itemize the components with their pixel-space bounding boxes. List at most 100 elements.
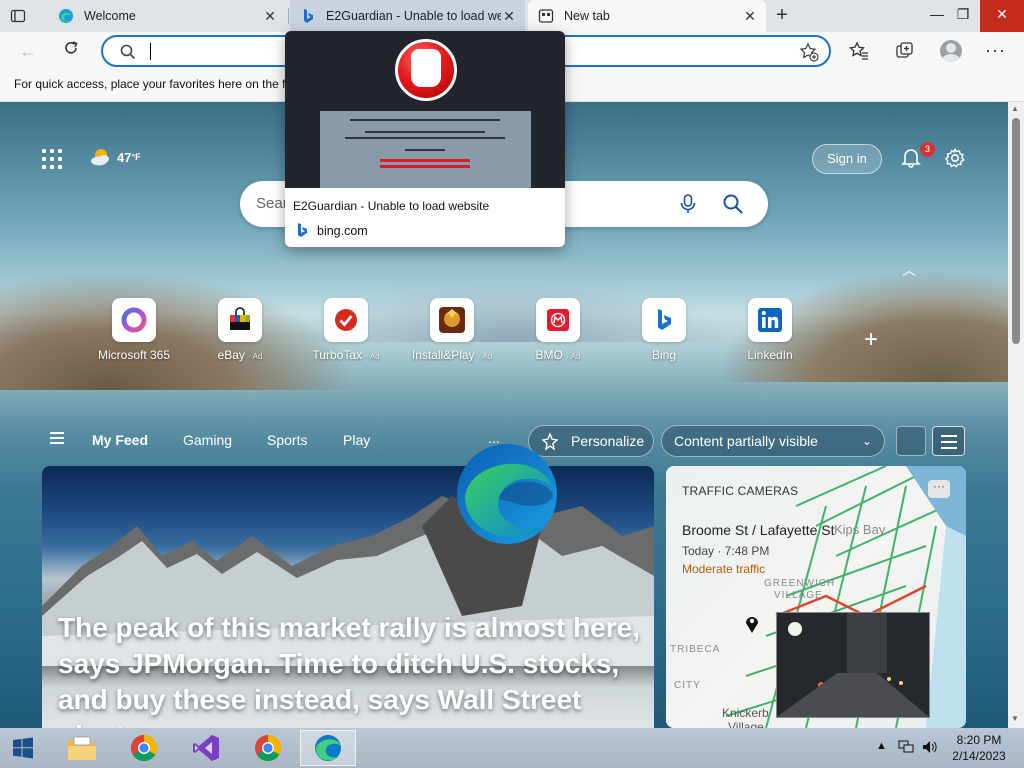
- ad-tag: · Ad: [248, 352, 263, 361]
- quicklink-turbotax[interactable]: TurboTax · Ad: [301, 298, 391, 362]
- edge-icon: [315, 735, 341, 761]
- preview-domain: bing.com: [317, 224, 368, 238]
- quicklink-label: BMO: [535, 348, 563, 362]
- tab-close-button[interactable]: ✕: [742, 8, 758, 24]
- app-launcher-icon[interactable]: [42, 149, 62, 169]
- clock-time: 8:20 PM: [956, 733, 1002, 747]
- windows-taskbar: ▲ 8:20 PM 2/14/2023: [0, 728, 1024, 768]
- game-character-icon: [439, 307, 465, 333]
- bing-icon: [658, 309, 671, 330]
- volume-icon[interactable]: [922, 740, 938, 757]
- add-quicklink-button[interactable]: +: [864, 326, 878, 354]
- collections-button[interactable]: [894, 40, 916, 62]
- search-icon: [120, 44, 136, 60]
- feed-tab-play[interactable]: Play: [343, 432, 370, 448]
- hero-article-card[interactable]: The peak of this market rally is almost …: [42, 466, 654, 728]
- page-settings-button[interactable]: [944, 147, 966, 174]
- favorites-icon: [849, 41, 868, 60]
- partly-cloudy-icon: [91, 149, 109, 166]
- tab-hover-preview[interactable]: E2Guardian - Unable to load website bing…: [285, 31, 565, 247]
- tab-actions-menu-button[interactable]: [8, 6, 28, 26]
- card-more-options-button[interactable]: ···: [928, 480, 950, 498]
- favorites-button[interactable]: [848, 40, 870, 62]
- microphone-icon[interactable]: [678, 193, 698, 215]
- tab-separator: [288, 8, 289, 24]
- feed-tab-my-feed[interactable]: My Feed: [92, 432, 148, 448]
- taskbar-chrome[interactable]: [116, 730, 172, 766]
- personalize-label: Personalize: [571, 433, 645, 449]
- sign-in-button[interactable]: Sign in: [812, 144, 882, 174]
- chrome-icon: [130, 734, 158, 762]
- taskbar-chrome-2[interactable]: [240, 730, 296, 766]
- collapse-chevron-up-icon[interactable]: ︿: [902, 260, 916, 280]
- scroll-up-arrow-icon[interactable]: ▲: [1011, 104, 1019, 113]
- traffic-cameras-card[interactable]: Kips Bay GREENWICH VILLAGE Knickerb Vill…: [666, 466, 966, 728]
- weather-unit: °F: [131, 152, 141, 162]
- linkedin-icon: [758, 308, 782, 332]
- tab-title: New tab: [564, 9, 610, 23]
- refresh-button[interactable]: [59, 39, 83, 63]
- scrollbar-thumb[interactable]: [1012, 118, 1020, 344]
- weather-widget[interactable]: 47 °F: [90, 146, 141, 168]
- network-icon[interactable]: [898, 740, 914, 757]
- quicklink-ebay[interactable]: eBay · Ad: [195, 298, 285, 362]
- traffic-camera-image[interactable]: [776, 612, 930, 718]
- feed-tab-sports[interactable]: Sports: [267, 432, 307, 448]
- new-tab-button[interactable]: +: [770, 4, 794, 28]
- close-window-button[interactable]: ✕: [980, 0, 1024, 32]
- back-button[interactable]: ←: [16, 39, 40, 63]
- preview-title: E2Guardian - Unable to load website: [293, 199, 490, 213]
- start-button[interactable]: [0, 730, 46, 766]
- turbotax-check-icon: [335, 309, 357, 331]
- tab-welcome[interactable]: Welcome ✕: [48, 0, 286, 32]
- chevron-down-icon: ⌄: [861, 434, 872, 448]
- notifications-button[interactable]: [900, 146, 922, 173]
- tab-close-button[interactable]: ✕: [501, 8, 517, 24]
- bing-icon: [298, 223, 307, 237]
- quicklink-bmo[interactable]: BMO · Ad: [513, 298, 603, 362]
- add-favorite-icon[interactable]: [799, 42, 819, 62]
- quicklink-bing[interactable]: Bing: [619, 298, 709, 362]
- bell-icon: [901, 149, 921, 168]
- taskbar-edge[interactable]: [300, 730, 356, 766]
- tab-new-tab[interactable]: New tab ✕: [528, 0, 766, 32]
- clock-date: 2/14/2023: [952, 749, 1006, 763]
- profile-avatar[interactable]: [940, 40, 962, 62]
- page-scrollbar[interactable]: ▲ ▼: [1008, 102, 1024, 728]
- search-icon[interactable]: [722, 193, 744, 215]
- scroll-down-arrow-icon[interactable]: ▼: [1011, 714, 1019, 723]
- microsoft-365-icon: [121, 307, 147, 333]
- taskbar-clock[interactable]: 8:20 PM 2/14/2023: [944, 732, 1014, 764]
- settings-more-button[interactable]: ···: [985, 40, 1006, 61]
- quicklink-label: TurboTax: [312, 348, 362, 362]
- feed-tab-gaming[interactable]: Gaming: [183, 432, 232, 448]
- quicklink-label: LinkedIn: [747, 348, 793, 362]
- map-pin-icon[interactable]: [744, 614, 760, 634]
- traffic-location: Broome St / Lafayette St: [682, 522, 835, 538]
- content-visibility-dropdown[interactable]: Content partially visible ⌄: [661, 425, 885, 457]
- taskbar-visual-studio[interactable]: [178, 730, 234, 766]
- map-label: TRIBECA: [670, 644, 721, 655]
- edge-icon: [59, 9, 73, 23]
- quicklink-install-play[interactable]: Install&Play · Ad: [407, 298, 497, 362]
- ebay-bag-icon: [230, 307, 250, 330]
- quick-links: Microsoft 365 eBay · Ad TurboTax · Ad In…: [0, 298, 1008, 368]
- chrome-icon: [255, 734, 282, 762]
- new-tab-page-icon: [538, 9, 554, 23]
- quicklink-linkedin[interactable]: LinkedIn: [725, 298, 815, 362]
- ad-tag: · Ad: [566, 352, 581, 361]
- layout-grid-button[interactable]: [896, 426, 926, 456]
- feed-menu-hamburger-icon[interactable]: [50, 432, 64, 447]
- layout-list-button[interactable]: [932, 426, 965, 456]
- tab-title: E2Guardian - Unable to load webs: [326, 9, 501, 23]
- show-hidden-icons-chevron-up-icon[interactable]: ▲: [876, 740, 887, 752]
- taskbar-file-explorer[interactable]: [54, 730, 110, 766]
- map-label: Knickerb: [722, 706, 769, 720]
- restore-button[interactable]: ❐: [946, 0, 980, 32]
- quicklink-microsoft-365[interactable]: Microsoft 365: [89, 298, 179, 362]
- folder-icon: [68, 736, 96, 760]
- notification-badge: 3: [920, 142, 935, 157]
- tab-e2guardian[interactable]: E2Guardian - Unable to load webs ✕: [290, 0, 525, 32]
- tab-close-button[interactable]: ✕: [262, 8, 278, 24]
- blocked-page-preview: [320, 111, 531, 188]
